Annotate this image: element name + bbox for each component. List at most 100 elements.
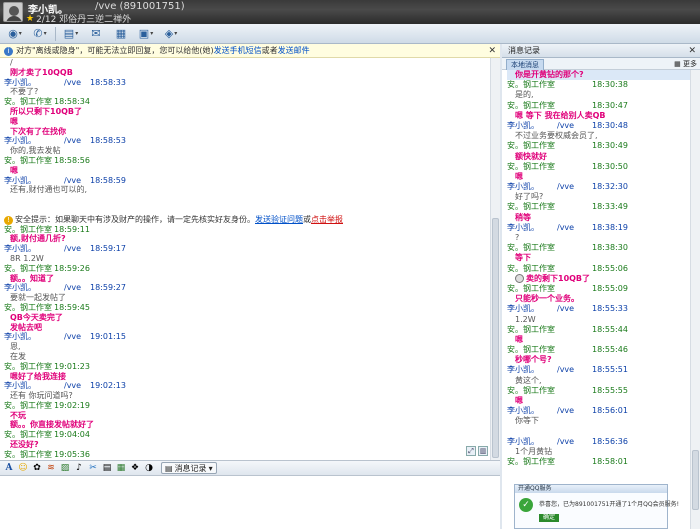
send-mail-link[interactable]: 发送邮件 — [278, 46, 310, 55]
message-time: 18:55:06 — [592, 263, 628, 273]
send-sms-link[interactable]: 发送手机短信 — [214, 46, 262, 55]
more-button[interactable]: ▦ 更多 — [674, 59, 697, 69]
avatar[interactable] — [3, 2, 23, 22]
message-time: 19:01:23 — [54, 361, 90, 371]
sender-name: 李小凯。 — [4, 136, 36, 146]
message-header: 安。钢工作室 18:59:45 — [4, 303, 486, 313]
message-input[interactable] — [0, 476, 500, 529]
message-text: 嗯 — [515, 396, 523, 405]
file-icon[interactable]: ▤ — [101, 462, 113, 474]
message-text: 不过业务要权威会员了, — [515, 131, 598, 141]
font-icon[interactable]: A — [3, 462, 15, 474]
tab-local-messages[interactable]: 本地消息 — [506, 59, 544, 70]
chat-toolbar: ◉ ▾ ✆ ▾ ▤ ▾ ✉ ▦ ▣ ▾ ◈ ▾ — [0, 24, 700, 44]
message-header: 李小凯。 /vve 19:02:13 — [4, 381, 486, 391]
mail-icon[interactable]: ✉ — [85, 25, 107, 42]
message-time: 18:38:19 — [592, 222, 628, 232]
message-text: 下次有了在找你 — [10, 126, 66, 136]
history-message: 卖的剩下10QB了 — [507, 273, 695, 284]
notes-icon[interactable]: ▦ — [110, 25, 132, 42]
close-icon[interactable]: ✕ — [688, 44, 696, 58]
voice-call-icon[interactable]: ✆ ▾ — [29, 25, 51, 42]
file-transfer-icon[interactable]: ▤ ▾ — [60, 25, 82, 42]
music-icon[interactable]: ♪ — [73, 462, 85, 474]
message-time: 18:58:34 — [54, 97, 90, 107]
star-icon: ★ — [26, 13, 35, 24]
message-time: 18:59:27 — [90, 283, 126, 293]
message-text: 不玩 — [10, 410, 26, 420]
gift-icon[interactable]: ❖ — [129, 462, 141, 474]
history-button[interactable]: ▤ 消息记录 ▾ — [161, 462, 217, 474]
message-time: 18:32:30 — [592, 182, 628, 192]
message-time: 18:59:45 — [54, 302, 90, 312]
message-time: 18:59:11 — [54, 224, 90, 234]
message-text: 8R 1.2W — [10, 253, 44, 263]
history-list[interactable]: 你是开黄钻的那个? 安。钢工作室 18:30:38 是的, 安。钢工作室 18:30:47… — [502, 70, 700, 529]
history-scrollbar[interactable] — [690, 70, 700, 529]
history-header: 李小凯。 /vve 18:32:30 — [507, 182, 695, 192]
history-header: 安。钢工作室 18:38:30 — [507, 243, 695, 253]
message-time: 19:04:04 — [54, 430, 90, 440]
history-header: 安。钢工作室 18:33:49 — [507, 202, 695, 212]
verify-link[interactable]: 发送验证问题 — [255, 215, 303, 224]
report-link[interactable]: 点击举报 — [311, 215, 343, 224]
message-time: 18:30:50 — [592, 161, 628, 171]
history-header: 李小凯。 /vve 18:55:33 — [507, 304, 695, 314]
sender-name: 李小凯。 — [507, 436, 539, 446]
message-text: 嗯 — [515, 171, 523, 181]
message-text: 等下 — [515, 253, 531, 263]
record-icon[interactable]: ◑ — [143, 462, 155, 474]
scrollbar-thumb[interactable] — [692, 450, 699, 510]
message-text: 要就一起发帖了 — [10, 293, 66, 303]
message-text: 你是开黄钻的那个? — [515, 70, 584, 79]
history-header: 李小凯。 /vve 18:56:36 — [507, 437, 695, 447]
message-time: 18:30:47 — [592, 100, 628, 110]
sender-name: 安。钢工作室 — [507, 80, 555, 90]
message-text: 稍等 — [515, 212, 531, 222]
message-time: 18:56:01 — [592, 406, 628, 416]
history-message: 你等下 — [507, 416, 695, 426]
shake-icon[interactable]: ≋ — [45, 462, 57, 474]
message-text: 只能秒一个业务。 — [515, 294, 579, 304]
message-header: 安。钢工作室 19:02:19 — [4, 401, 486, 411]
sender-name: 李小凯。 — [507, 182, 539, 192]
input-toolbar: A ☺ ✿ ≋ ▨ ♪ ✂ ▤ ▦ ❖ ◑ ▤ 消息记录 ▾ — [0, 460, 500, 476]
chat-history[interactable]: / 刚才卖了10QQB 李小凯。/vve 18:58:33 不要了? 安。钢工作室 18:5… — [0, 58, 490, 460]
message-time: 19:05:36 — [54, 449, 90, 459]
sender-name: 李小凯。 — [507, 222, 539, 232]
close-icon[interactable]: ✕ — [488, 44, 496, 57]
photo-icon[interactable]: ▦ — [115, 462, 127, 474]
message-text: 好了吗? — [515, 192, 544, 202]
sender-name: 李小凯。 — [4, 283, 36, 293]
history-message: 不过业务要权威会员了, — [507, 131, 695, 141]
emoticon-icon[interactable]: ☺ — [17, 462, 29, 474]
layout-icon[interactable]: ▥ — [478, 446, 488, 456]
history-header: 安。钢工作室 18:55:44 — [507, 325, 695, 335]
screenshot-icon[interactable]: ✂ — [87, 462, 99, 474]
history-message: 只能秒一个业务。 — [507, 294, 695, 304]
app-icon[interactable]: ▣ ▾ — [135, 25, 157, 42]
expand-icon[interactable]: ⤢ — [466, 446, 476, 456]
magic-icon[interactable]: ✿ — [31, 462, 43, 474]
sender-name: 安。钢工作室 — [4, 430, 52, 440]
message-text: 额。。知道了 — [10, 273, 54, 283]
history-message: 你是开黄钻的那个? — [507, 70, 695, 81]
sender-name: 李小凯。 — [4, 175, 36, 185]
thumbnail-titlebar: 开通QQ服务 — [515, 485, 667, 493]
message-text: 嗯 — [515, 334, 523, 344]
screenshot-thumbnail[interactable]: 开通QQ服务 ✓ 恭喜您，已为891001751开通了1个月QQ会员服务! 确定 — [514, 484, 679, 529]
image-icon[interactable]: ▨ — [59, 462, 71, 474]
security-warning: ! 安全提示：如果聊天中有涉及财产的操作，请一定先核实好友身份。发送验证问题或点击… — [4, 215, 486, 225]
message-text: 1个月黄钻 — [515, 446, 553, 456]
warning-icon: ! — [4, 215, 13, 225]
history-panel-title: 消息记录 — [508, 46, 540, 55]
extra-icon[interactable]: ◈ ▾ — [160, 25, 182, 42]
sender-tag: /vve — [64, 244, 82, 254]
message-time: 18:55:46 — [592, 345, 628, 355]
video-call-icon[interactable]: ◉ ▾ — [4, 25, 26, 42]
scrollbar-thumb[interactable] — [492, 218, 499, 458]
chat-scrollbar[interactable] — [490, 58, 500, 460]
message-time: 18:58:53 — [90, 136, 126, 146]
